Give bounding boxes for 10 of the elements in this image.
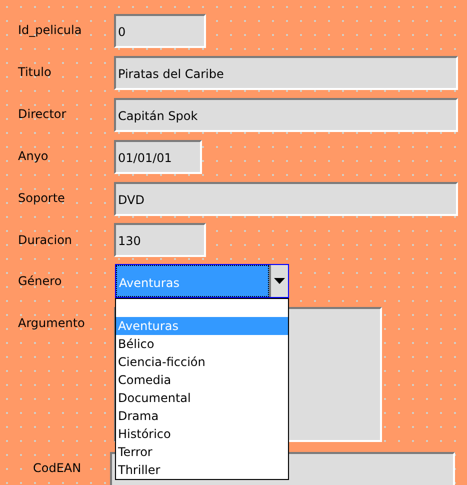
field-label: Soporte <box>18 190 65 206</box>
field-label: Director <box>18 106 66 122</box>
dropdown-value: Aventuras <box>116 265 269 297</box>
field-label: Titulo <box>18 64 52 80</box>
field-label: CodEAN <box>33 460 82 476</box>
field-label: Duracion <box>18 232 72 248</box>
field-label: Anyo <box>18 148 48 164</box>
field-label: Género <box>18 273 62 289</box>
field-label: Argumento <box>18 315 85 331</box>
field-label: Id_pelicula <box>18 22 82 38</box>
